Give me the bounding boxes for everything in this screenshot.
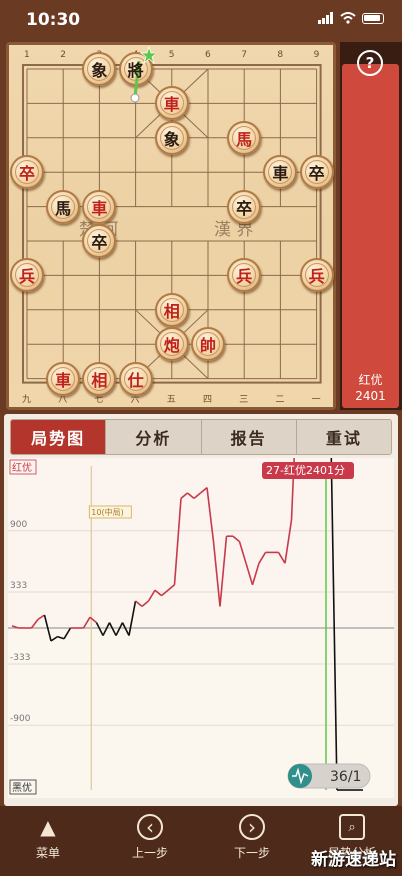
file-number-bottom: 四 (203, 395, 213, 405)
analysis-tabs: 局势图 分析 报告 重试 (10, 419, 392, 455)
piece-label: 象 (91, 61, 108, 80)
piece-label: 相 (163, 301, 180, 321)
nav-menu-button[interactable]: ▲ 菜单 (8, 814, 88, 861)
nav-prev-button[interactable]: ‹ 上一步 (110, 814, 190, 861)
piece-label: 兵 (236, 267, 253, 287)
bottom-nav: ▲ 菜单 ‹ 上一步 › 下一步 ⌕ 局势分析 新游速递站 (0, 806, 402, 876)
file-number-top: 5 (168, 50, 175, 60)
file-number-top: 6 (205, 50, 211, 60)
piece-label: 車 (163, 95, 180, 115)
status-bar: 10:30 (0, 0, 402, 42)
red-piece[interactable]: 相 (82, 361, 117, 396)
piece-label: 炮 (163, 336, 180, 356)
file-number-bottom: 二 (275, 395, 285, 405)
red-piece[interactable]: 仕 (118, 361, 153, 396)
piece-label: 象 (163, 129, 180, 149)
status-time: 10:30 (26, 10, 81, 30)
evaluation-side: 红优 (358, 373, 383, 387)
y-tick-label: 333 (10, 581, 27, 591)
piece-label: 兵 (308, 267, 325, 287)
nav-prev-label: 上一步 (131, 846, 168, 860)
tab-retry[interactable]: 重试 (296, 420, 391, 454)
piece-label: 相 (91, 370, 108, 390)
chess-board-frame: 123456789 九八七六五四三二一 楚 河 漢 界 象將車象馬卒車卒馬車卒卒… (6, 42, 336, 410)
file-number-bottom: 五 (166, 395, 176, 405)
file-number-bottom: 一 (311, 395, 321, 405)
chart-svg: 900 333 -333 -900 红优黑优 10(中局) 27-红优2401分 36/1 (8, 367, 394, 798)
status-icons (318, 12, 384, 24)
watermark: 新游速递站 (311, 850, 396, 870)
situation-chart[interactable]: 900 333 -333 -900 红优黑优 10(中局) 27-红优2401分 36/1 (8, 367, 394, 798)
red-piece[interactable]: 帥 (191, 327, 225, 362)
file-number-top: 8 (277, 50, 284, 60)
red-piece[interactable]: 兵 (299, 258, 334, 293)
evaluation-score: 2401 (355, 389, 386, 403)
red-piece[interactable]: 車 (46, 361, 81, 396)
nav-next-label: 下一步 (233, 846, 270, 860)
piece-label: 卒 (91, 233, 108, 252)
red-piece[interactable]: 馬 (227, 120, 262, 155)
tab-analysis[interactable]: 分析 (106, 420, 202, 454)
piece-label: 兵 (18, 267, 35, 287)
y-tick-label: -333 (10, 653, 30, 663)
red-piece[interactable]: 卒 (10, 155, 44, 190)
piece-label: 仕 (127, 370, 144, 390)
evaluation-label: 红优 2401 (342, 372, 399, 404)
menu-icon: ▲ (40, 815, 56, 839)
file-number-bottom: 九 (22, 395, 32, 405)
piece-label: 卒 (18, 164, 35, 184)
file-number-top: 9 (313, 50, 320, 60)
y-tick-label: -900 (10, 714, 31, 724)
analysis-icon: ⌕ (339, 814, 365, 840)
red-piece[interactable]: 車 (82, 189, 117, 224)
black-piece[interactable]: 卒 (299, 155, 334, 190)
top-label: 红优 (12, 461, 32, 474)
piece-label: 將 (127, 61, 144, 80)
piece-label: 卒 (236, 198, 253, 218)
move-counter: 36/1 (330, 769, 361, 785)
battery-icon (362, 12, 384, 24)
piece-label: 車 (55, 370, 72, 390)
piece-label: 車 (91, 198, 108, 218)
red-piece[interactable]: 車 (154, 86, 189, 121)
nav-next-button[interactable]: › 下一步 (212, 814, 292, 861)
file-number-top: 7 (241, 50, 247, 60)
bottom-label: 黑优 (12, 781, 32, 794)
piece-label: 馬 (55, 198, 72, 218)
y-tick-label: 900 (10, 520, 27, 530)
piece-label: 車 (272, 164, 289, 184)
wifi-icon (340, 12, 356, 24)
piece-label: 卒 (308, 164, 325, 184)
prev-step-icon: ‹ (137, 814, 163, 840)
chess-board[interactable]: 123456789 九八七六五四三二一 楚 河 漢 界 象將車象馬卒車卒馬車卒卒… (9, 45, 334, 407)
tab-report[interactable]: 报告 (201, 420, 297, 454)
midgame-marker-label: 10(中局) (91, 507, 123, 517)
piece-label: 帥 (199, 336, 216, 356)
signal-icon (318, 12, 334, 24)
nav-menu-label: 菜单 (35, 846, 60, 860)
red-piece[interactable]: 相 (154, 292, 189, 327)
next-step-icon: › (239, 814, 265, 840)
file-number-bottom: 三 (239, 395, 249, 405)
evaluation-bar (342, 64, 399, 408)
black-piece[interactable]: 象 (154, 120, 189, 155)
black-piece[interactable]: 馬 (46, 189, 81, 224)
file-number-top: 1 (24, 50, 30, 60)
tab-situation-chart[interactable]: 局势图 (11, 420, 107, 454)
red-piece[interactable]: 炮 (154, 327, 189, 362)
piece-label: 馬 (236, 129, 253, 149)
callout-label: 27-红优2401分 (266, 464, 345, 477)
help-button[interactable]: ? (357, 50, 383, 76)
black-piece[interactable]: 卒 (227, 189, 262, 224)
file-number-top: 2 (60, 50, 66, 60)
